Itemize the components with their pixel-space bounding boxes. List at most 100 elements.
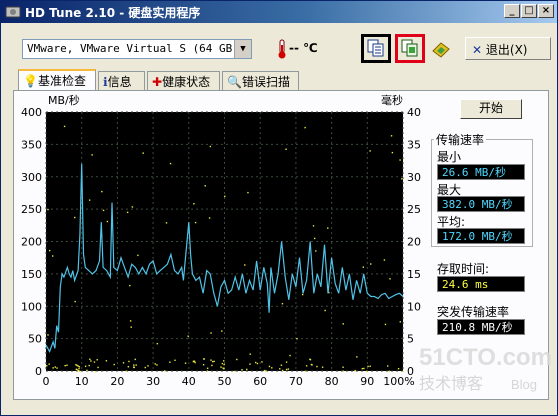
access-time-dot	[321, 366, 324, 368]
access-time-dot	[165, 222, 168, 224]
access-time-dot	[184, 362, 187, 364]
minimize-button[interactable]: _	[504, 4, 520, 18]
tab-health[interactable]: ✚健康状态	[147, 71, 220, 90]
access-time-dot	[102, 209, 105, 212]
min-value: 26.6 MB/秒	[437, 164, 525, 180]
max-value: 382.0 MB/秒	[437, 196, 525, 212]
access-time-dot	[106, 220, 109, 223]
exit-button[interactable]: ✕ 退出(X)	[465, 37, 551, 60]
copy-image-button[interactable]	[395, 34, 425, 63]
temperature-value: -- ℃	[289, 41, 318, 55]
tab-error-scan[interactable]: 🔍错误扫描	[222, 71, 299, 90]
x-tick-label: 90	[360, 375, 374, 388]
access-time-dot	[399, 159, 401, 161]
access-time-dot	[281, 369, 284, 372]
access-time-dot	[209, 145, 212, 148]
access-time-value: 24.6 ms	[437, 276, 525, 292]
drive-select[interactable]: VMware, VMware Virtual S (64 GB) ▼	[22, 39, 252, 59]
access-time-dot	[363, 367, 365, 370]
y-right-tick-label: 15	[407, 268, 421, 281]
access-time-dot	[129, 284, 131, 287]
access-time-dot	[369, 365, 371, 367]
title-bar[interactable]: HD Tune 2.10 - 硬盘实用程序 _ □ ×	[1, 1, 557, 23]
y-right-tick-label: 5	[407, 333, 414, 346]
access-time-dot	[127, 365, 130, 368]
copy-text-icon	[367, 39, 384, 57]
access-time-dot	[324, 309, 326, 312]
access-time-dot	[174, 359, 176, 361]
maximize-button[interactable]: □	[521, 4, 537, 18]
access-time-dot	[133, 366, 135, 369]
svg-text:51CTO.com: 51CTO.com	[419, 344, 552, 371]
copy-image-icon	[401, 39, 418, 57]
drive-select-value: VMware, VMware Virtual S (64 GB)	[27, 42, 239, 55]
access-time-dot	[265, 370, 267, 372]
access-time-dot	[305, 365, 308, 367]
access-time-dot	[113, 363, 115, 366]
y-left-tick-label: 50	[28, 333, 42, 346]
chevron-down-icon[interactable]: ▼	[234, 40, 251, 58]
access-time-dot	[261, 361, 263, 363]
access-time-dot	[362, 266, 365, 268]
x-tick-label: 40	[182, 375, 196, 388]
access-time-dot	[63, 125, 66, 128]
access-time-dot	[304, 126, 306, 129]
tab-benchmark[interactable]: 💡基准检查	[18, 69, 96, 91]
tab-label: 信息	[107, 75, 132, 89]
access-time-dot	[304, 370, 307, 373]
magnifier-icon: 🔍	[227, 75, 242, 89]
min-label: 最小	[437, 150, 462, 164]
access-time-dot	[315, 250, 317, 252]
access-time-dot	[125, 370, 128, 372]
x-tick-label: 30	[146, 375, 160, 388]
access-time-dot	[399, 321, 402, 323]
access-time-dot	[91, 154, 93, 156]
save-icon	[432, 42, 450, 58]
access-time-dot	[193, 203, 195, 205]
window-title: HD Tune 2.10 - 硬盘实用程序	[25, 6, 201, 20]
access-time-dot	[356, 356, 358, 358]
access-time-dot	[365, 370, 368, 373]
access-time-dot	[101, 190, 103, 193]
access-time-dot	[397, 367, 400, 370]
access-time-dot	[223, 368, 225, 370]
access-time-dot	[193, 360, 196, 363]
y-left-tick-label: 350	[21, 138, 42, 151]
access-time-dot	[84, 365, 87, 368]
access-time-dot	[312, 225, 315, 227]
y-left-tick-label: 150	[21, 268, 42, 281]
tab-info[interactable]: ℹ信息	[98, 71, 145, 90]
access-time-dot	[342, 366, 344, 368]
access-time-dot	[211, 364, 213, 367]
access-time-label: 存取时间:	[437, 262, 490, 276]
x-tick-label: 10	[75, 375, 89, 388]
access-time-dot	[93, 361, 96, 363]
access-time-dot	[206, 370, 209, 372]
tab-label: 健康状态	[162, 75, 211, 89]
access-time-dot	[56, 367, 58, 369]
y-right-tick-label: 10	[407, 300, 421, 313]
access-time-dot	[211, 360, 214, 363]
access-time-dot	[156, 342, 158, 345]
y-left-axis-title: MB/秒	[48, 93, 80, 107]
access-time-dot	[142, 152, 144, 154]
access-time-dot	[49, 249, 51, 252]
access-time-dot	[129, 320, 132, 322]
access-time-dot	[384, 323, 387, 326]
access-time-dot	[247, 191, 249, 194]
thermometer-icon	[278, 39, 286, 59]
start-button[interactable]: 开始	[460, 99, 522, 119]
y-right-tick-label: 20	[407, 236, 421, 249]
access-time-dot	[309, 358, 312, 361]
copy-text-button[interactable]	[361, 34, 391, 63]
x-tick-label: 50	[218, 375, 232, 388]
y-left-tick-label: 250	[21, 203, 42, 216]
access-time-dot	[208, 217, 211, 219]
access-time-dot	[79, 370, 81, 373]
svg-text:技术博客: 技术博客	[419, 374, 483, 393]
burst-label: 突发传输速率	[437, 305, 510, 319]
close-button[interactable]: ×	[538, 4, 554, 18]
y-left-tick-label: 400	[21, 106, 42, 119]
access-time-dot	[105, 360, 108, 362]
save-button[interactable]	[426, 34, 456, 63]
